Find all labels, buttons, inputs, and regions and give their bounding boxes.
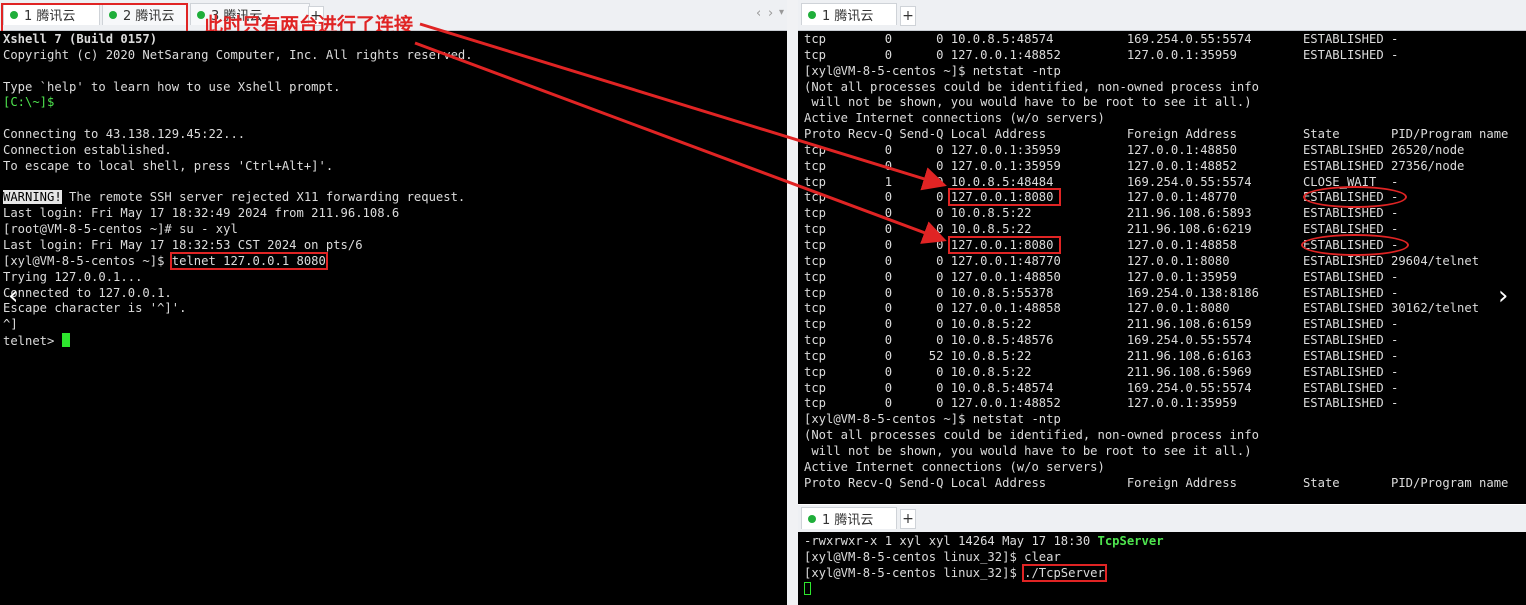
netstat-row: tcp 0 0 127.0.0.1:48858 127.0.0.1:8080 E…	[804, 301, 1480, 316]
cursor-line	[804, 581, 1164, 598]
local-prompt: [C:\~]$	[3, 95, 55, 110]
netstat-row: (Not all processes could be identified, …	[804, 79, 1259, 94]
top-right-tab-bar: 1 腾讯云 +	[798, 0, 1526, 31]
tab-label: 1 腾讯云	[822, 9, 874, 24]
terminal-line: Connection established.	[3, 142, 172, 157]
status-dot-icon	[808, 514, 816, 523]
state-circle-highlight	[1303, 186, 1407, 208]
netstat-row: tcp 0 0 127.0.0.1:48852 127.0.0.1:35959 …	[804, 47, 1399, 62]
netstat-row: tcp 0 0 10.0.8.5:22 211.96.108.6:6159 ES…	[804, 317, 1399, 332]
warning-line: WARNING! The remote SSH server rejected …	[3, 190, 473, 206]
bottom-right-tab-bar: 1 腾讯云 +	[798, 505, 1526, 533]
netstat-row: [xyl@VM-8-5-centos ~]$ netstat -ntp	[804, 63, 1061, 78]
next-arrow-icon[interactable]: ›	[1498, 281, 1508, 311]
telnet-command-line: [xyl@VM-8-5-centos ~]$ telnet 127.0.0.1 …	[3, 251, 473, 270]
run-server-command: ./TcpServer	[1022, 563, 1107, 582]
local-address-highlight	[948, 236, 1061, 254]
prev-arrow-icon[interactable]: ‹	[8, 281, 18, 311]
clear-command-line: [xyl@VM-8-5-centos linux_32]$ clear	[804, 549, 1061, 564]
netstat-row: tcp 0 0 10.0.8.5:48576 169.254.0.55:5574…	[804, 333, 1399, 348]
netstat-row: tcp 0 0 10.0.8.5:55378 169.254.0.138:818…	[804, 285, 1399, 300]
netstat-row: tcp 0 0 10.0.8.5:22 211.96.108.6:5969 ES…	[804, 364, 1399, 379]
netstat-row: Active Internet connections (w/o servers…	[804, 459, 1105, 474]
left-terminal-output: Xshell 7 (Build 0157) Copyright (c) 2020 …	[3, 32, 473, 349]
netstat-row: tcp 0 0 127.0.0.1:48852 127.0.0.1:35959 …	[804, 396, 1399, 411]
tabs-highlight-box	[1, 3, 188, 33]
ls-filename: TcpServer	[1097, 534, 1164, 548]
netstat-row: Proto Recv-Q Send-Q Local Address Foreig…	[804, 475, 1509, 490]
netstat-row: tcp 1 0 10.0.8.5:48484 169.254.0.55:5574…	[804, 174, 1399, 189]
warning-badge: WARNING!	[3, 190, 62, 205]
terminal-line: Connecting to 43.138.129.45:22...	[3, 127, 246, 142]
netstat-row: tcp 0 0 127.0.0.1:35959 127.0.0.1:48850 …	[804, 142, 1465, 157]
terminal-line: Last login: Fri May 17 18:32:53 CST 2024…	[3, 237, 363, 252]
terminal-line: Last login: Fri May 17 18:32:49 2024 fro…	[3, 206, 400, 221]
run-server-line: [xyl@VM-8-5-centos linux_32]$ ./TcpServe…	[804, 563, 1164, 582]
left-terminal[interactable]: Xshell 7 (Build 0157) Copyright (c) 2020 …	[0, 31, 787, 605]
tab-session-1[interactable]: 1 腾讯云	[801, 507, 897, 529]
ls-details: -rwxrwxr-x 1 xyl xyl 14264 May 17 18:30	[804, 534, 1098, 548]
terminal-line: Type `help' to learn how to use Xshell p…	[3, 79, 341, 94]
new-tab-plus-icon[interactable]: +	[900, 509, 916, 529]
netstat-row: tcp 0 0 10.0.8.5:48574 169.254.0.55:5574…	[804, 32, 1399, 46]
local-address-highlight	[948, 188, 1061, 206]
netstat-row: Proto Recv-Q Send-Q Local Address Foreig…	[804, 127, 1509, 142]
cursor-outline	[804, 581, 811, 595]
state-circle-highlight	[1301, 234, 1409, 256]
pane-divider[interactable]	[787, 0, 798, 605]
tab-menu-icon[interactable]: ▾	[779, 7, 784, 18]
terminal-line: Xshell 7 (Build 0157)	[3, 32, 158, 46]
netstat-row: tcp 0 0 10.0.8.5:22 211.96.108.6:5893 ES…	[804, 206, 1399, 221]
terminal-line: Trying 127.0.0.1...	[3, 269, 143, 284]
bottom-right-terminal[interactable]: -rwxrwxr-x 1 xyl xyl 14264 May 17 18:30 …	[798, 532, 1526, 605]
top-right-terminal[interactable]: tcp 0 0 10.0.8.5:48574 169.254.0.55:5574…	[798, 31, 1526, 504]
netstat-row: tcp 0 0 127.0.0.1:48850 127.0.0.1:35959 …	[804, 269, 1399, 284]
terminal-line: ^]	[3, 317, 18, 332]
warning-text: The remote SSH server rejected X11 forwa…	[61, 190, 466, 205]
telnet-prompt: telnet>	[3, 334, 62, 349]
tab-session-1[interactable]: 1 腾讯云	[801, 3, 897, 25]
terminal-line: [root@VM-8-5-centos ~]# su - xyl	[3, 222, 238, 237]
terminal-line: Escape character is '^]'.	[3, 301, 187, 316]
telnet-prompt-line: telnet>	[3, 333, 473, 349]
netstat-row: will not be shown, you would have to be …	[804, 95, 1252, 110]
netstat-row: tcp 0 0 10.0.8.5:48574 169.254.0.55:5574…	[804, 380, 1399, 395]
netstat-row: [xyl@VM-8-5-centos ~]$ netstat -ntp	[804, 412, 1061, 427]
netstat-row: tcp 0 0 127.0.0.1:35959 127.0.0.1:48852 …	[804, 158, 1465, 173]
shell-prompt: [xyl@VM-8-5-centos linux_32]$	[804, 565, 1025, 580]
netstat-output: tcp 0 0 10.0.8.5:48574 169.254.0.55:5574…	[804, 32, 1508, 491]
terminal-line: Connected to 127.0.0.1.	[3, 285, 172, 300]
netstat-row: (Not all processes could be identified, …	[804, 428, 1259, 443]
status-dot-icon	[808, 10, 816, 19]
ls-line: -rwxrwxr-x 1 xyl xyl 14264 May 17 18:30 …	[804, 534, 1164, 550]
terminal-line: Copyright (c) 2020 NetSarang Computer, I…	[3, 47, 473, 62]
netstat-row: will not be shown, you would have to be …	[804, 443, 1252, 458]
netstat-row: tcp 0 52 10.0.8.5:22 211.96.108.6:6163 E…	[804, 348, 1399, 363]
telnet-command: telnet 127.0.0.1 8080	[169, 251, 328, 270]
tab-scroll-right-icon[interactable]: ›	[768, 6, 773, 21]
tab-scroll-left-icon[interactable]: ‹	[756, 6, 761, 21]
tab-label: 1 腾讯云	[822, 513, 874, 528]
server-terminal-output: -rwxrwxr-x 1 xyl xyl 14264 May 17 18:30 …	[804, 534, 1164, 597]
new-tab-plus-icon[interactable]: +	[900, 6, 916, 26]
netstat-row: tcp 0 0 10.0.8.5:22 211.96.108.6:6219 ES…	[804, 222, 1399, 237]
terminal-line: To escape to local shell, press 'Ctrl+Al…	[3, 158, 334, 173]
netstat-row: Active Internet connections (w/o servers…	[804, 111, 1105, 126]
shell-prompt: [xyl@VM-8-5-centos ~]$	[3, 253, 172, 268]
netstat-row: tcp 0 0 127.0.0.1:48770 127.0.0.1:8080 E…	[804, 253, 1480, 268]
cursor-block	[61, 333, 70, 348]
